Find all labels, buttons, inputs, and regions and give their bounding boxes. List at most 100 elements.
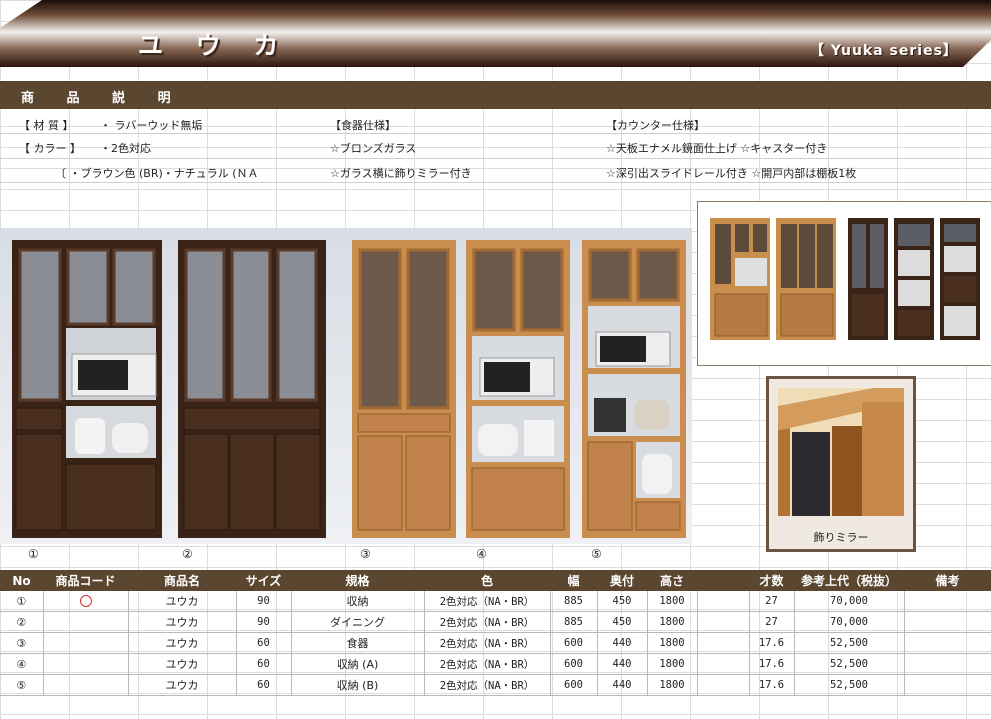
- mirror-detail-image: [778, 388, 904, 516]
- column-header: 才数: [749, 570, 794, 591]
- table-cell: [697, 632, 750, 654]
- table-cell: ④: [0, 653, 44, 675]
- table-cell: [904, 591, 991, 612]
- page-title: ユ ウ カ: [138, 31, 291, 60]
- column-header: [697, 570, 749, 591]
- table-cell: 52,500: [794, 674, 905, 696]
- column-header: 奥付: [597, 570, 647, 591]
- table-cell: 60: [236, 653, 292, 675]
- table-cell: ユウカ: [128, 632, 237, 654]
- table-cell: 27: [749, 591, 795, 612]
- table-cell: 1800: [647, 653, 698, 675]
- cabinet-2: [178, 240, 326, 538]
- series-label: 【 Yuuka series】: [810, 43, 958, 59]
- table-cell: 70,000: [794, 591, 905, 612]
- product-lineup-image: [0, 228, 692, 544]
- table-cell: ⑤: [0, 674, 44, 696]
- column-header: 幅: [550, 570, 597, 591]
- table-cell: 52,500: [794, 653, 905, 675]
- dish-spec-2: ☆ガラス横に飾りミラー付き: [330, 167, 472, 180]
- table-cell: [904, 674, 991, 696]
- table-cell: ユウカ: [128, 591, 237, 612]
- table-cell: 2色対応（NA・BR）: [424, 591, 551, 612]
- table-cell: 1800: [647, 632, 698, 654]
- table-cell: 440: [597, 653, 648, 675]
- cabinet-lineup-illustration: [12, 240, 686, 538]
- column-header: サイズ: [236, 570, 291, 591]
- table-cell: ②: [0, 611, 44, 633]
- table-cell: 450: [597, 611, 648, 633]
- table-cell: [697, 591, 750, 612]
- product-number-4: ④: [476, 547, 487, 561]
- table-cell: 収納 (B): [291, 674, 425, 696]
- counter-spec-1: ☆天板エナメル鏡面仕上げ ☆キャスター付き: [606, 142, 828, 155]
- table-cell: 食器: [291, 632, 425, 654]
- product-number-1: ①: [28, 547, 39, 561]
- material-label: 【 材 質 】: [19, 119, 74, 132]
- table-row: ③ ユウカ 60 食器 2色対応（NA・BR） 600 440 1800 17.6 52,500: [0, 632, 991, 654]
- table-cell: [904, 611, 991, 633]
- color-detail: 〔 ・ブラウン色 (BR)・ナチュラル (ＮＡ: [55, 167, 259, 180]
- table-cell: 17.6: [749, 653, 795, 675]
- column-header: No: [0, 570, 43, 591]
- column-header: 規格: [291, 570, 424, 591]
- table-cell: 27: [749, 611, 795, 633]
- column-header: 商品コード: [43, 570, 128, 591]
- cabinet-1: [12, 240, 162, 538]
- table-cell: 90: [236, 611, 292, 633]
- table-row: ② ユウカ 90 ダイニング 2色対応（NA・BR） 885 450 1800 27 70,000: [0, 611, 991, 633]
- row-divider: [0, 182, 991, 183]
- column-header: 商品名: [128, 570, 236, 591]
- mirror-detail-panel: 飾りミラー: [766, 376, 916, 552]
- table-cell: 17.6: [749, 674, 795, 696]
- table-cell: [43, 674, 129, 696]
- column-header: 備考: [904, 570, 991, 591]
- table-cell: 440: [597, 632, 648, 654]
- table-cell: 440: [597, 674, 648, 696]
- table-cell: [43, 611, 129, 633]
- selected-code-marker: [43, 591, 129, 612]
- counter-spec-title: 【カウンター仕様】: [606, 119, 705, 132]
- table-header-row: No 商品コード 商品名 サイズ 規格 色 幅 奥付 高さ 才数 参考上代（税抜…: [0, 570, 991, 591]
- counter-spec-2: ☆深引出スライドレール付き ☆開戸内部は棚板1枚: [606, 167, 857, 180]
- dish-spec-1: ☆ブロンズガラス: [330, 142, 417, 155]
- product-table: No 商品コード 商品名 サイズ 規格 色 幅 奥付 高さ 才数 参考上代（税抜…: [0, 570, 991, 696]
- table-cell: 2色対応（NA・BR）: [424, 632, 551, 654]
- table-cell: 600: [550, 653, 598, 675]
- table-cell: 2色対応（NA・BR）: [424, 653, 551, 675]
- column-header: 参考上代（税抜）: [794, 570, 904, 591]
- table-cell: [904, 632, 991, 654]
- table-cell: 1800: [647, 611, 698, 633]
- table-cell: 17.6: [749, 632, 795, 654]
- column-header: 高さ: [647, 570, 697, 591]
- table-cell: [697, 611, 750, 633]
- table-cell: [43, 632, 129, 654]
- table-cell: ユウカ: [128, 674, 237, 696]
- row-divider: [0, 133, 991, 134]
- table-cell: 885: [550, 611, 598, 633]
- product-number-3: ③: [360, 547, 371, 561]
- table-cell: 52,500: [794, 632, 905, 654]
- table-cell: 収納 (A): [291, 653, 425, 675]
- table-cell: 1800: [647, 674, 698, 696]
- cabinet-4: [466, 240, 570, 538]
- table-cell: ①: [0, 591, 44, 612]
- table-cell: 600: [550, 632, 598, 654]
- dish-spec-title: 【食器仕様】: [330, 119, 396, 132]
- table-cell: 600: [550, 674, 598, 696]
- cabinet-3: [352, 240, 456, 538]
- row-divider: [0, 158, 991, 159]
- product-number-5: ⑤: [591, 547, 602, 561]
- column-header: 色: [424, 570, 550, 591]
- table-cell: ユウカ: [128, 653, 237, 675]
- table-cell: 90: [236, 591, 292, 612]
- table-cell: 885: [550, 591, 598, 612]
- table-cell: 70,000: [794, 611, 905, 633]
- table-cell: [697, 674, 750, 696]
- table-cell: 2色対応（NA・BR）: [424, 674, 551, 696]
- table-cell: 2色対応（NA・BR）: [424, 611, 551, 633]
- mirror-caption: 飾りミラー: [813, 531, 869, 544]
- color-value: ・2色対応: [100, 142, 151, 155]
- table-cell: [904, 653, 991, 675]
- color-variation-image: [697, 201, 991, 366]
